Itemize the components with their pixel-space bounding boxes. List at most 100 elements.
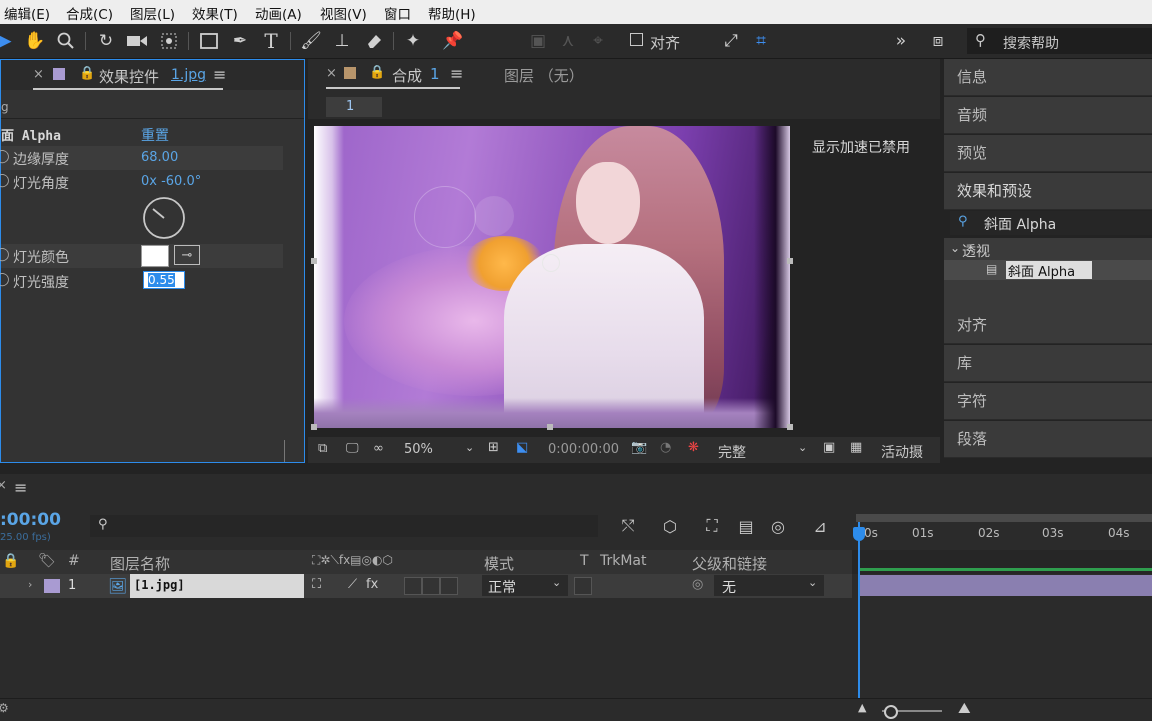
parent-dropdown[interactable]: 无 ⌄	[714, 575, 824, 596]
frame-icon[interactable]: ⊞	[488, 440, 499, 455]
shy-layers-icon[interactable]: ⛶	[700, 514, 724, 538]
monitor-icon[interactable]: 🖵	[346, 441, 359, 456]
timeline-timecode[interactable]: :00:00	[0, 510, 61, 530]
align-panel-tab[interactable]: 对齐	[944, 307, 1152, 344]
rotate-tool-icon[interactable]: ↻	[93, 28, 119, 54]
close-tab-icon[interactable]: ×	[326, 66, 337, 81]
close-tab-icon[interactable]: ×	[33, 67, 44, 82]
layer-label-color[interactable]	[44, 579, 60, 593]
workspace-icon[interactable]: ⧈	[925, 28, 951, 54]
zoom-slider-thumb[interactable]	[884, 705, 898, 719]
library-panel-tab[interactable]: 库	[944, 345, 1152, 382]
frame-blending-icon[interactable]: ▤	[734, 514, 758, 538]
shy-switch-icon[interactable]: ⛶	[312, 577, 321, 592]
quality-switch-icon[interactable]: ⟋	[348, 577, 357, 592]
lock-icon[interactable]: 🔒	[369, 65, 385, 80]
menu-view[interactable]: 视图(V)	[320, 3, 367, 23]
comp-flowchart-icon[interactable]: ⤲	[616, 514, 640, 538]
stopwatch-icon[interactable]: ◯	[0, 272, 10, 287]
zoom-value[interactable]: 50%	[404, 442, 433, 457]
expand-chevron-down-icon[interactable]: ⌄	[950, 241, 960, 255]
audio-panel-tab[interactable]: 音频	[944, 97, 1152, 134]
current-time-indicator[interactable]	[858, 522, 860, 698]
region-of-interest-icon[interactable]: ▣	[823, 440, 835, 455]
comp-subtab[interactable]: 1	[326, 97, 382, 117]
color-swatch[interactable]	[141, 245, 169, 267]
time-ruler[interactable]: 0s 01s 02s 03s 04s	[852, 514, 1152, 550]
effects-presets-panel-tab[interactable]: 效果和预设	[944, 173, 1152, 210]
pan-behind-tool-icon[interactable]	[156, 28, 182, 54]
channel-icon[interactable]: ❋	[688, 440, 699, 455]
tab-menu-icon[interactable]: ≡	[213, 65, 226, 84]
tree-folder-label[interactable]: 透视	[962, 241, 990, 261]
layer-tab[interactable]: 图层 （无）	[504, 65, 584, 86]
zoom-dropdown-chevron-down-icon[interactable]: ⌄	[465, 441, 474, 454]
roto-brush-tool-icon[interactable]: ✦	[400, 28, 426, 54]
show-snapshot-icon[interactable]: ◔	[660, 440, 671, 455]
stopwatch-icon[interactable]: ◯	[0, 173, 10, 188]
transparency-grid-icon[interactable]: ⬕	[516, 440, 528, 455]
snap-edge-icon[interactable]: ⤢	[718, 28, 744, 54]
reset-link[interactable]: 重置	[141, 125, 169, 145]
angle-dial[interactable]	[141, 195, 187, 241]
info-panel-tab[interactable]: 信息	[944, 59, 1152, 96]
close-tab-icon[interactable]: ×	[0, 478, 7, 493]
render-time-icon[interactable]: ⚙	[0, 701, 9, 715]
mask-visibility-icon[interactable]: ∞	[373, 441, 384, 456]
pen-tool-icon[interactable]: ✒	[227, 28, 253, 54]
tab-menu-icon[interactable]: ≡	[450, 64, 463, 83]
active-camera[interactable]: 活动摄	[881, 442, 923, 462]
menu-window[interactable]: 窗口	[384, 3, 411, 23]
text-tool-icon[interactable]: T	[258, 28, 284, 54]
eyedropper-icon[interactable]: ⊸	[174, 245, 200, 265]
layer-name-cell[interactable]: [1.jpg]	[130, 574, 304, 598]
paragraph-panel-tab[interactable]: 段落	[944, 421, 1152, 458]
hand-tool-icon[interactable]: ✋	[22, 28, 48, 54]
menu-animation[interactable]: 动画(A)	[255, 3, 302, 23]
snapshot-icon[interactable]: 📷	[631, 440, 647, 455]
brush-tool-icon[interactable]: 🖌	[298, 28, 324, 54]
zoom-tool-icon[interactable]	[53, 28, 79, 54]
col-layer-name[interactable]: 图层名称	[110, 553, 170, 573]
pick-whip-icon[interactable]: ◎	[692, 577, 703, 592]
puppet-tool-icon[interactable]: 📌	[440, 28, 466, 54]
prop-value[interactable]: 0x -60.0°	[141, 174, 201, 189]
clone-stamp-tool-icon[interactable]: ⊥	[329, 28, 355, 54]
graph-editor-icon[interactable]: ⊿	[808, 514, 832, 538]
draft-3d-icon[interactable]: ⬡	[658, 514, 682, 538]
always-preview-icon[interactable]: ⧉	[318, 441, 327, 456]
viewer-timecode[interactable]: 0:00:00:00	[548, 442, 619, 457]
snap-checkbox[interactable]	[630, 33, 643, 46]
intensity-input[interactable]: 0.55	[143, 271, 185, 289]
menu-layer[interactable]: 图层(L)	[130, 3, 175, 23]
table-row[interactable]: › 1 🖼 [1.jpg] ⛶ ⟋ fx 正常 ⌄ ◎ 无 ⌄	[0, 574, 852, 598]
snap-grid-icon[interactable]: ⌗	[748, 28, 774, 54]
rectangle-tool-icon[interactable]	[196, 28, 222, 54]
layer-duration-bar[interactable]	[858, 575, 1152, 596]
trkmat-toggle[interactable]	[574, 577, 592, 595]
anchor-point-icon[interactable]	[542, 254, 560, 272]
view-axis-icon[interactable]: ⌖	[585, 28, 611, 54]
effect-controls-tab-file[interactable]: 1.jpg	[171, 67, 206, 83]
fx-switch-icon[interactable]: fx	[366, 577, 378, 592]
comp-tab-label[interactable]: 合成	[392, 65, 422, 86]
local-axis-icon[interactable]: ▣	[525, 28, 551, 54]
expand-toolbar-icon[interactable]: »	[888, 28, 914, 54]
prop-value[interactable]: 68.00	[141, 150, 178, 165]
expand-chevron-right-icon[interactable]: ›	[28, 578, 32, 591]
effect-header-row[interactable]: 面 Alpha 重置	[1, 122, 304, 146]
preview-image[interactable]	[314, 126, 790, 428]
eraser-tool-icon[interactable]	[361, 28, 387, 54]
zoom-in-icon[interactable]: ⛰	[958, 699, 971, 717]
comp-tab-number[interactable]: 1	[430, 65, 440, 83]
stopwatch-icon[interactable]: ◯	[0, 149, 10, 164]
camera-tool-icon[interactable]	[124, 28, 150, 54]
stopwatch-icon[interactable]: ◯	[0, 247, 10, 262]
preview-panel-tab[interactable]: 预览	[944, 135, 1152, 172]
tree-item-row[interactable]: ▤ 斜面 Alpha	[944, 260, 1152, 280]
world-axis-icon[interactable]: ⋏	[555, 28, 581, 54]
resolution-chevron-down-icon[interactable]: ⌄	[798, 441, 807, 454]
selection-tool-icon[interactable]: ▶	[0, 28, 18, 54]
resolution-value[interactable]: 完整	[718, 442, 746, 462]
lock-icon[interactable]: 🔒	[79, 66, 95, 81]
